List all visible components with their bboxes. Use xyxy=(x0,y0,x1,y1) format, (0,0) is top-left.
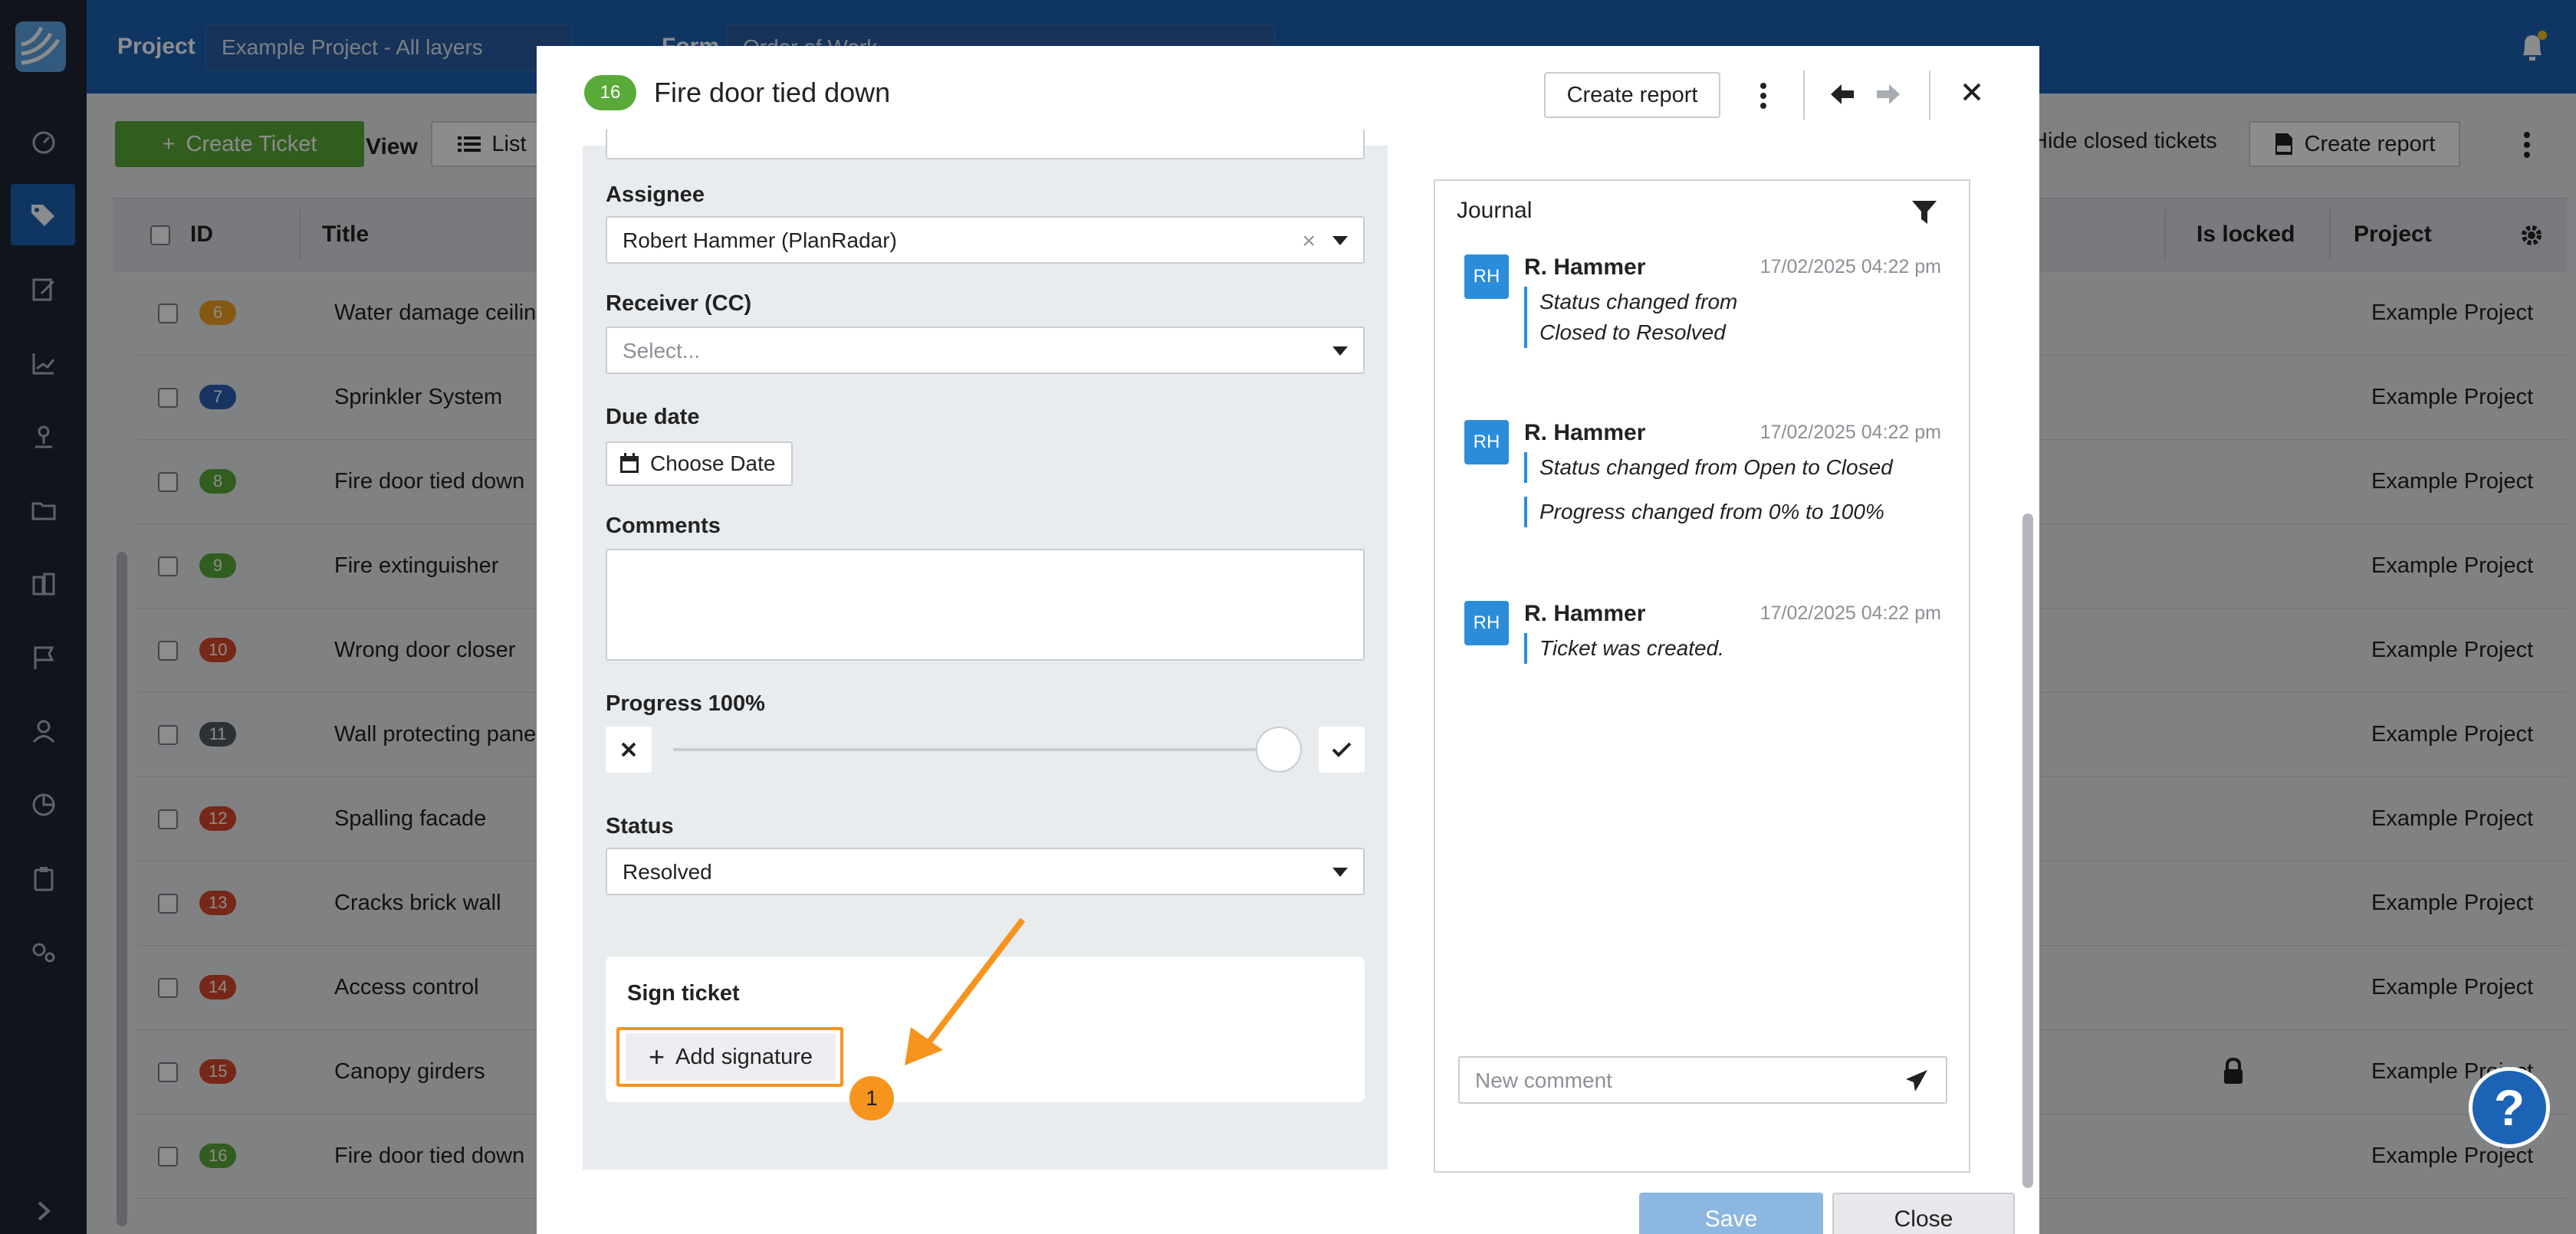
callout-arrow-icon xyxy=(905,917,1026,1065)
avatar: RH xyxy=(1464,420,1509,464)
help-button[interactable]: ? xyxy=(2469,1067,2550,1148)
ticket-id-badge: 16 xyxy=(584,75,636,110)
status-label: Status xyxy=(606,814,674,839)
assignee-select[interactable]: Robert Hammer (PlanRadar) × xyxy=(606,216,1365,264)
clear-assignee-icon[interactable]: × xyxy=(1302,228,1316,254)
ticket-modal: 16 Fire door tied down Create report Ass… xyxy=(537,46,2039,1234)
journal-timestamp: 17/02/2025 04:22 pm xyxy=(1760,602,1941,624)
journal-timestamp: 17/02/2025 04:22 pm xyxy=(1760,422,1941,443)
receiver-label: Receiver (CC) xyxy=(606,291,752,316)
chevron-down-icon xyxy=(1332,346,1348,356)
close-button[interactable]: Close xyxy=(1832,1193,2015,1234)
create-report-button[interactable]: Create report xyxy=(1544,72,1720,118)
add-signature-button[interactable]: + Add signature xyxy=(626,1033,836,1081)
send-icon[interactable] xyxy=(1904,1068,1929,1093)
help-question-icon: ? xyxy=(2493,1079,2525,1136)
header-divider xyxy=(1929,71,1930,120)
sign-ticket-label: Sign ticket xyxy=(627,981,740,1006)
progress-clear-button[interactable] xyxy=(606,727,652,773)
comments-label: Comments xyxy=(606,514,721,538)
close-modal-icon[interactable] xyxy=(1961,81,1983,103)
previous-ticket-arrow-icon[interactable] xyxy=(1829,83,1855,106)
assignee-label: Assignee xyxy=(606,182,705,207)
due-date-label: Due date xyxy=(606,405,700,429)
status-select[interactable]: Resolved xyxy=(606,848,1365,895)
x-icon xyxy=(621,742,636,757)
journal-message: Status changed from Open to Closed xyxy=(1524,452,1907,483)
next-ticket-arrow-icon[interactable] xyxy=(1875,83,1901,106)
journal-title: Journal xyxy=(1457,198,1533,223)
avatar: RH xyxy=(1464,254,1509,299)
journal-timestamp: 17/02/2025 04:22 pm xyxy=(1760,256,1941,277)
progress-label: Progress 100% xyxy=(606,691,765,716)
journal-panel: Journal RH R. Hammer 17/02/2025 04:22 pm St… xyxy=(1434,179,1970,1173)
comments-textarea[interactable] xyxy=(606,549,1365,661)
filter-icon[interactable] xyxy=(1911,199,1938,225)
journal-author: R. Hammer xyxy=(1524,601,1646,626)
journal-message: Progress changed from 0% to 100% xyxy=(1524,497,1907,527)
choose-date-button[interactable]: Choose Date xyxy=(606,441,793,486)
journal-author: R. Hammer xyxy=(1524,420,1646,445)
ticket-form-panel: Assignee Robert Hammer (PlanRadar) × Rec… xyxy=(583,129,1388,964)
step-callout-badge: 1 xyxy=(849,1076,894,1121)
save-button[interactable]: Save xyxy=(1639,1193,1823,1234)
header-divider xyxy=(1803,71,1805,120)
previous-field-partial[interactable] xyxy=(606,129,1365,159)
plus-icon: + xyxy=(649,1041,665,1072)
progress-slider-track[interactable] xyxy=(673,748,1279,751)
new-comment-input[interactable]: New comment xyxy=(1458,1056,1947,1104)
chevron-down-icon xyxy=(1332,236,1348,245)
journal-message: Status changed from Closed to Resolved xyxy=(1524,287,1800,348)
progress-complete-button[interactable] xyxy=(1319,727,1365,773)
calendar-icon xyxy=(620,453,639,473)
journal-author: R. Hammer xyxy=(1524,254,1646,280)
receiver-select[interactable]: Select... xyxy=(606,327,1365,374)
avatar: RH xyxy=(1464,601,1509,645)
modal-more-options-icon[interactable] xyxy=(1759,81,1768,110)
modal-scrollbar[interactable] xyxy=(2022,514,2033,1188)
chevron-down-icon xyxy=(1332,868,1348,877)
progress-slider-handle[interactable] xyxy=(1256,727,1302,773)
checkmark-icon xyxy=(1332,742,1352,757)
journal-message: Ticket was created. xyxy=(1524,633,1907,664)
sign-ticket-panel: Sign ticket + Add signature 1 xyxy=(583,917,1388,1170)
modal-title: Fire door tied down xyxy=(654,77,891,108)
